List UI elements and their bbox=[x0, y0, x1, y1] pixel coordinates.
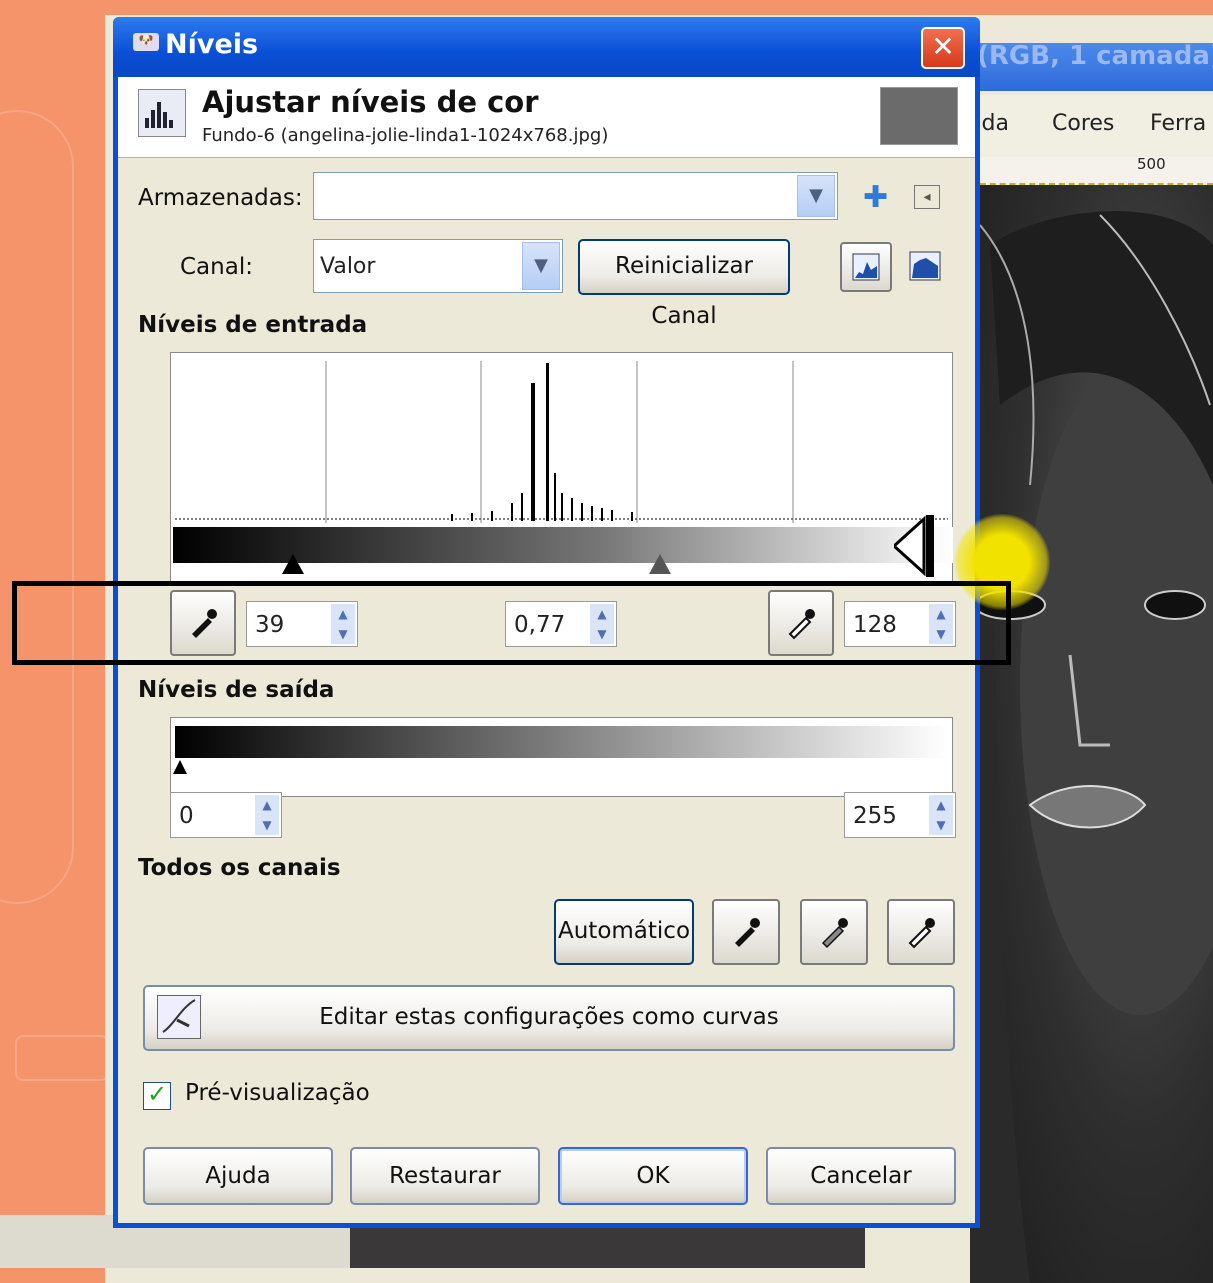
menu-item-cores[interactable]: Cores bbox=[1052, 111, 1114, 136]
edit-as-curves-label: Editar estas configurações como curvas bbox=[319, 1004, 779, 1030]
dialog-header: Ajustar níveis de cor Fundo-6 (angelina-… bbox=[118, 77, 975, 158]
levels-icon bbox=[138, 89, 186, 137]
image-canvas[interactable] bbox=[970, 185, 1213, 1283]
background-decoration bbox=[0, 110, 74, 904]
black-point-slider[interactable] bbox=[282, 554, 304, 574]
output-low-slider[interactable] bbox=[173, 760, 187, 774]
dialog-title: Níveis bbox=[165, 29, 259, 60]
help-button[interactable]: Ajuda bbox=[143, 1147, 333, 1205]
output-high-value[interactable]: 255 bbox=[853, 803, 897, 829]
channel-label: Canal: bbox=[180, 254, 253, 280]
ruler-mark: 500 bbox=[1137, 155, 1166, 173]
channel-combo[interactable]: Valor ▼ bbox=[313, 239, 563, 293]
log-histogram-icon[interactable] bbox=[908, 250, 942, 286]
annotation-highlight-box bbox=[12, 581, 1011, 665]
channel-value: Valor bbox=[320, 254, 376, 279]
edit-as-curves-button[interactable]: Editar estas configurações como curvas bbox=[143, 985, 955, 1051]
portrait-image bbox=[970, 211, 1213, 1283]
eyedropper-black-icon bbox=[735, 918, 760, 947]
auto-button[interactable]: Automático bbox=[554, 899, 694, 965]
output-high-spinner[interactable]: 255 ▲ ▼ bbox=[844, 792, 956, 838]
ok-button[interactable]: OK bbox=[558, 1147, 748, 1205]
spinner-arrows-icon[interactable]: ▲ ▼ bbox=[255, 795, 279, 835]
gamma-slider[interactable] bbox=[649, 554, 671, 574]
output-high-slider[interactable] bbox=[931, 760, 945, 774]
gimp-app-icon: 🐶 bbox=[133, 33, 159, 51]
output-gradient-bar bbox=[175, 726, 948, 758]
eyedropper-white-icon bbox=[908, 918, 935, 949]
presets-combo[interactable]: ▼ bbox=[313, 172, 838, 220]
output-low-value[interactable]: 0 bbox=[179, 803, 194, 829]
header-title: Ajustar níveis de cor bbox=[202, 85, 539, 119]
add-preset-icon[interactable]: ✚ bbox=[863, 180, 888, 215]
input-levels-heading: Níveis de entrada bbox=[138, 312, 368, 338]
curves-icon bbox=[157, 995, 201, 1039]
close-button[interactable]: ✕ bbox=[921, 27, 965, 69]
menu-item-ferramentas[interactable]: Ferra bbox=[1150, 111, 1206, 136]
horizontal-ruler: 500 bbox=[970, 155, 1213, 185]
presets-label: Armazenadas: bbox=[138, 185, 303, 211]
dialog-titlebar[interactable]: 🐶 Níveis ✕ bbox=[113, 17, 980, 77]
reset-channel-button[interactable]: Reinicializar Canal bbox=[578, 239, 790, 329]
background-decoration bbox=[15, 1035, 109, 1081]
linear-histogram-icon[interactable] bbox=[840, 242, 892, 292]
pick-black-button[interactable] bbox=[712, 899, 780, 965]
pick-gray-button[interactable] bbox=[800, 899, 868, 965]
pick-white-button[interactable] bbox=[887, 899, 955, 965]
output-gradient bbox=[170, 717, 953, 797]
output-levels-heading: Níveis de saída bbox=[138, 677, 335, 703]
header-subtitle: Fundo-6 (angelina-jolie-linda1-1024x768.… bbox=[202, 125, 609, 146]
reset-button[interactable]: Restaurar bbox=[350, 1147, 540, 1205]
preset-menu-icon[interactable]: ◂ bbox=[914, 185, 940, 209]
all-channels-heading: Todos os canais bbox=[138, 855, 341, 881]
preview-label[interactable]: Pré-visualização bbox=[185, 1080, 370, 1106]
cancel-button[interactable]: Cancelar bbox=[766, 1147, 956, 1205]
spinner-arrows-icon[interactable]: ▲ ▼ bbox=[929, 795, 953, 835]
chevron-down-icon[interactable]: ▼ bbox=[522, 242, 560, 290]
white-point-slider[interactable] bbox=[891, 515, 938, 577]
image-thumbnail bbox=[880, 87, 958, 145]
chevron-down-icon[interactable]: ▼ bbox=[797, 175, 835, 217]
preview-checkbox[interactable] bbox=[143, 1080, 171, 1110]
image-window-menubar: ada Cores Ferra bbox=[968, 95, 1213, 157]
image-window-title: (RGB, 1 camada) bbox=[977, 41, 1213, 71]
output-low-spinner[interactable]: 0 ▲ ▼ bbox=[170, 792, 282, 838]
eyedropper-gray-icon bbox=[821, 918, 848, 949]
